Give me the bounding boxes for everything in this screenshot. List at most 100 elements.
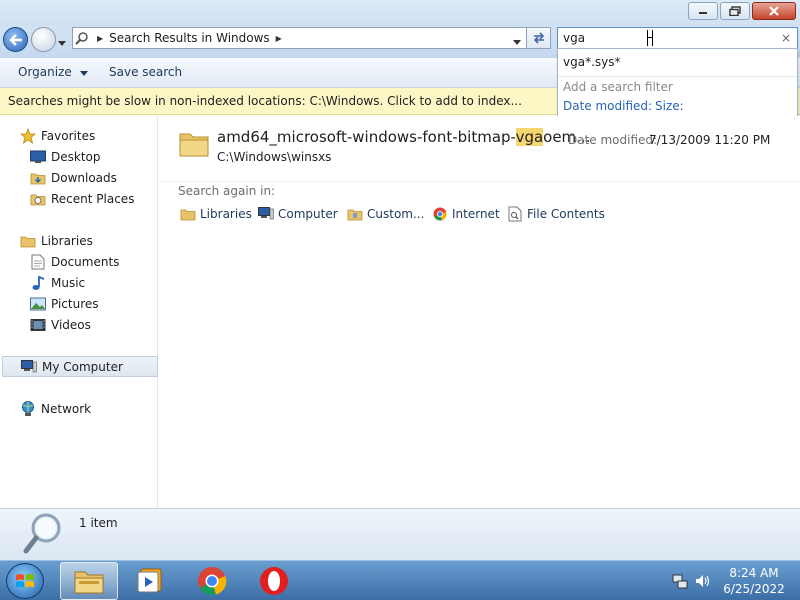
sidebar-item-label: Videos bbox=[51, 317, 91, 332]
start-button[interactable] bbox=[6, 563, 44, 599]
file-contents-icon bbox=[507, 206, 523, 222]
taskbar-media-player[interactable] bbox=[121, 562, 179, 600]
network-status-icon[interactable] bbox=[672, 573, 688, 589]
result-date: 7/13/2009 11:20 PM bbox=[649, 133, 771, 147]
forward-button[interactable] bbox=[31, 27, 56, 52]
libraries-icon bbox=[180, 206, 196, 222]
taskbar-explorer[interactable] bbox=[60, 562, 118, 600]
explorer-folder-icon bbox=[74, 571, 104, 594]
folder-icon bbox=[178, 128, 210, 160]
search-suggestions: vga*.sys* Add a search filter Date modif… bbox=[557, 48, 798, 117]
clock-date: 6/25/2022 bbox=[723, 582, 785, 596]
music-note-icon bbox=[30, 275, 46, 291]
search-again-internet[interactable]: Internet bbox=[432, 206, 500, 222]
navigation-pane: Favorites Desktop Downloads Recent Place… bbox=[0, 116, 158, 508]
text-cursor-icon bbox=[647, 30, 653, 46]
sidebar-item-desktop[interactable]: Desktop bbox=[30, 146, 101, 167]
breadcrumb-separator-icon: ▶ bbox=[97, 33, 104, 43]
sidebar-item-music[interactable]: Music bbox=[30, 272, 85, 293]
sidebar-item-libraries[interactable]: Libraries bbox=[20, 230, 93, 251]
sidebar-item-documents[interactable]: Documents bbox=[30, 251, 119, 272]
minimize-button[interactable] bbox=[688, 2, 718, 20]
magnifier-icon bbox=[22, 511, 66, 557]
chrome-icon bbox=[432, 206, 448, 222]
sidebar-item-label: Pictures bbox=[51, 296, 99, 311]
search-again-label-text: Custom... bbox=[367, 207, 425, 221]
sidebar-item-network[interactable]: Network bbox=[20, 398, 91, 419]
sidebar-item-label: Recent Places bbox=[51, 191, 135, 206]
clock[interactable]: 8:24 AM 6/25/2022 bbox=[716, 565, 792, 597]
sidebar-item-favorites[interactable]: Favorites bbox=[20, 125, 95, 146]
videos-icon bbox=[30, 317, 46, 333]
desktop-icon bbox=[30, 149, 46, 165]
search-again-libraries[interactable]: Libraries bbox=[180, 206, 252, 222]
filter-date-modified[interactable]: Date modified: bbox=[563, 99, 652, 113]
downloads-folder-icon bbox=[30, 170, 46, 186]
search-query[interactable]: vga bbox=[563, 31, 585, 45]
sidebar-item-videos[interactable]: Videos bbox=[30, 314, 91, 335]
refresh-button[interactable] bbox=[527, 27, 551, 49]
search-again-computer[interactable]: Computer bbox=[258, 206, 338, 222]
breadcrumb-separator-icon[interactable]: ▶ bbox=[276, 34, 282, 43]
sidebar-item-pictures[interactable]: Pictures bbox=[30, 293, 99, 314]
result-date-label: Date modified: bbox=[568, 133, 658, 147]
chevron-down-icon bbox=[513, 40, 521, 45]
search-input[interactable]: vga × bbox=[557, 27, 798, 49]
volume-icon[interactable] bbox=[694, 573, 710, 589]
pictures-icon bbox=[30, 296, 46, 312]
sidebar-item-label: Music bbox=[51, 275, 86, 290]
sidebar-item-label: Favorites bbox=[41, 128, 96, 143]
sidebar-item-downloads[interactable]: Downloads bbox=[30, 167, 117, 188]
address-dropdown[interactable] bbox=[513, 34, 521, 48]
windows-logo-icon bbox=[16, 574, 34, 588]
sidebar-item-label: Documents bbox=[51, 254, 120, 269]
chevron-down-icon bbox=[79, 71, 88, 76]
opera-icon bbox=[260, 567, 288, 595]
computer-icon bbox=[21, 359, 37, 375]
close-button[interactable] bbox=[752, 2, 796, 20]
documents-icon bbox=[30, 254, 46, 270]
result-path: C:\Windows\winsxs bbox=[217, 150, 332, 164]
window-controls bbox=[688, 2, 796, 20]
search-again-label-text: Internet bbox=[452, 207, 500, 221]
search-again-file-contents[interactable]: File Contents bbox=[507, 206, 605, 222]
restore-icon bbox=[729, 6, 741, 16]
breadcrumb-location[interactable]: Search Results in Windows bbox=[109, 31, 270, 45]
system-tray: 8:24 AM 6/25/2022 bbox=[672, 561, 800, 600]
sidebar-item-label: Desktop bbox=[51, 149, 101, 164]
taskbar-opera[interactable] bbox=[245, 562, 303, 600]
back-arrow-icon bbox=[8, 33, 22, 46]
address-field[interactable]: ▶ Search Results in Windows ▶ bbox=[72, 27, 527, 49]
back-button[interactable] bbox=[3, 27, 28, 52]
taskbar-chrome[interactable] bbox=[183, 562, 241, 600]
refresh-icon bbox=[533, 32, 544, 44]
result-name[interactable]: amd64_microsoft-windows-font-bitmap-vgao… bbox=[217, 128, 590, 146]
star-icon bbox=[20, 127, 36, 144]
search-again-custom[interactable]: Custom... bbox=[347, 206, 424, 222]
filter-size[interactable]: Size: bbox=[655, 99, 684, 113]
search-folder-icon bbox=[73, 31, 91, 45]
close-icon bbox=[769, 6, 779, 16]
search-again-label-text: Libraries bbox=[200, 207, 252, 221]
computer-icon bbox=[258, 206, 274, 222]
suggestion-divider bbox=[558, 76, 797, 77]
sidebar-item-recent-places[interactable]: Recent Places bbox=[30, 188, 134, 209]
chevron-down-icon bbox=[58, 41, 66, 46]
search-again-label: Search again in: bbox=[178, 184, 276, 198]
restore-button[interactable] bbox=[720, 2, 750, 20]
sidebar-item-label: My Computer bbox=[42, 359, 123, 374]
save-search-button[interactable]: Save search bbox=[109, 65, 182, 79]
sidebar-item-my-computer[interactable]: My Computer bbox=[2, 356, 158, 377]
result-name-start: amd64_microsoft-windows-font-bitmap- bbox=[217, 128, 516, 146]
search-again-label-text: File Contents bbox=[527, 207, 605, 221]
organize-label: Organize bbox=[18, 65, 72, 79]
filter-title: Add a search filter bbox=[563, 80, 673, 94]
custom-folder-icon bbox=[347, 206, 363, 222]
recent-pages-dropdown[interactable] bbox=[58, 35, 66, 49]
organize-button[interactable]: Organize bbox=[18, 65, 88, 79]
clear-search-icon[interactable]: × bbox=[781, 31, 791, 45]
suggestion-item[interactable]: vga*.sys* bbox=[563, 55, 621, 69]
result-row[interactable]: amd64_microsoft-windows-font-bitmap-vgao… bbox=[160, 116, 800, 182]
sidebar-item-label: Network bbox=[41, 401, 92, 416]
result-name-highlight: vga bbox=[515, 128, 544, 146]
